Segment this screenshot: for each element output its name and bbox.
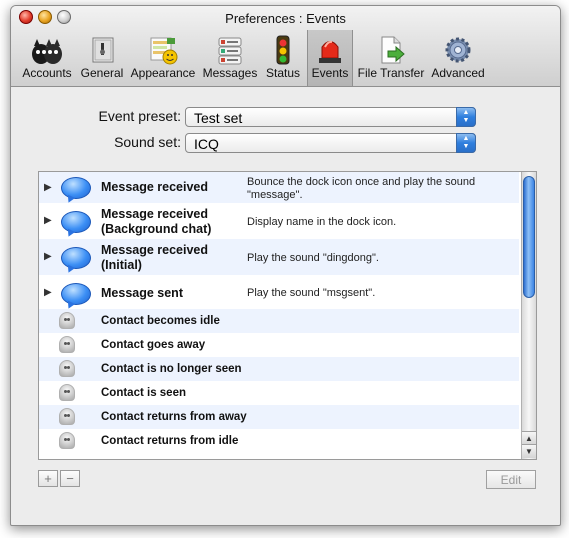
event-description: Display name in the dock icon. <box>247 216 397 228</box>
event-row[interactable]: Contact returns from away <box>39 405 519 429</box>
event-preset-value: Test set <box>194 110 243 126</box>
add-event-button[interactable]: + <box>38 470 58 487</box>
toolbar-events[interactable]: Events <box>307 30 353 86</box>
vertical-scrollbar[interactable]: ▲ ▼ <box>521 172 536 459</box>
event-description: Play the sound "msgsent". <box>247 287 376 299</box>
event-row[interactable]: ▶ Message sent Play the sound "msgsent". <box>39 275 519 309</box>
event-name: Contact goes away <box>101 339 206 351</box>
toolbar-appearance[interactable]: Appearance <box>129 34 197 80</box>
toolbar-label: Messages <box>202 66 258 80</box>
event-name: Contact is no longer seen <box>101 363 242 375</box>
advanced-icon <box>445 37 471 63</box>
event-name: Message received <box>101 180 209 194</box>
event-name: Message received (Background chat) <box>101 207 212 236</box>
popup-arrows-icon: ▲ ▼ <box>456 107 476 127</box>
contact-icon <box>59 432 75 449</box>
popup-arrows-icon: ▲ ▼ <box>456 133 476 153</box>
toolbar-label: Status <box>265 66 301 80</box>
contact-icon <box>59 384 75 401</box>
toolbar-label: General <box>80 66 124 80</box>
scroll-up-arrow-icon[interactable]: ▲ <box>522 431 536 445</box>
sound-set-popup[interactable]: ICQ ▲ ▼ <box>185 133 476 153</box>
event-preset-label: Event preset: <box>98 108 182 124</box>
messages-icon <box>218 37 242 65</box>
window-title: Preferences : Events <box>225 11 346 26</box>
title-bar: Preferences : Events Accounts General Ap… <box>11 6 560 87</box>
event-row[interactable]: Contact is seen <box>39 381 519 405</box>
scroll-thumb[interactable] <box>523 176 535 298</box>
chat-bubble-icon <box>61 247 91 269</box>
event-row[interactable]: Contact goes away <box>39 333 519 357</box>
preferences-toolbar: Accounts General Appearance Messages Sta… <box>15 30 560 86</box>
event-name: Contact returns from idle <box>101 435 239 447</box>
toolbar-label: File Transfer <box>357 66 425 80</box>
event-row[interactable]: ▶ Message received Bounce the dock icon … <box>39 172 519 203</box>
events-icon <box>319 40 341 63</box>
event-row[interactable]: ▶ Message received (Background chat) Dis… <box>39 203 519 239</box>
disclosure-triangle-icon[interactable]: ▶ <box>44 215 52 226</box>
toolbar-label: Appearance <box>130 66 196 80</box>
event-name: Contact is seen <box>101 387 186 399</box>
chat-bubble-icon <box>61 283 91 305</box>
events-pane: Event preset: Test set ▲ ▼ Sound set: ICQ… <box>11 87 560 525</box>
remove-event-button[interactable]: − <box>60 470 80 487</box>
status-icon <box>276 35 290 65</box>
event-name: Contact returns from away <box>101 411 247 423</box>
event-row[interactable]: Contact becomes idle <box>39 309 519 333</box>
contact-icon <box>59 408 75 425</box>
toolbar-advanced[interactable]: Advanced <box>429 34 487 80</box>
scroll-down-arrow-icon[interactable]: ▼ <box>522 444 536 458</box>
event-description: Bounce the dock icon once and play the s… <box>247 176 476 201</box>
toolbar-label: Events <box>311 66 349 80</box>
disclosure-triangle-icon[interactable]: ▶ <box>44 251 52 262</box>
disclosure-triangle-icon[interactable]: ▶ <box>44 287 52 298</box>
event-row[interactable]: Contact returns from idle <box>39 429 519 453</box>
event-name: Message sent <box>101 286 183 300</box>
event-row[interactable]: Contact is no longer seen <box>39 357 519 381</box>
general-icon <box>92 37 114 63</box>
contact-icon <box>59 360 75 377</box>
accounts-icon <box>32 39 62 64</box>
preferences-window: Preferences : Events Accounts General Ap… <box>10 5 561 526</box>
appearance-icon <box>150 37 178 65</box>
events-list[interactable]: ▶ Message received Bounce the dock icon … <box>38 171 537 460</box>
toolbar-accounts[interactable]: Accounts <box>19 34 75 80</box>
toolbar-label: Accounts <box>22 66 72 80</box>
event-row[interactable]: ▶ Message received (Initial) Play the so… <box>39 239 519 275</box>
chat-bubble-icon <box>61 211 91 233</box>
contact-icon <box>59 336 75 353</box>
toolbar-file-transfer[interactable]: File Transfer <box>355 34 427 80</box>
sound-set-value: ICQ <box>194 136 219 152</box>
file-transfer-icon <box>381 36 405 64</box>
event-description: Play the sound "dingdong". <box>247 252 379 264</box>
event-name: Contact becomes idle <box>101 315 220 327</box>
toolbar-label: Advanced <box>431 66 485 80</box>
toolbar-general[interactable]: General <box>79 34 125 80</box>
disclosure-triangle-icon[interactable]: ▶ <box>44 182 52 193</box>
contact-icon <box>59 312 75 329</box>
sound-set-label: Sound set: <box>114 134 181 150</box>
event-name: Message received (Initial) <box>101 243 209 272</box>
edit-button[interactable]: Edit <box>486 470 536 489</box>
chat-bubble-icon <box>61 177 91 199</box>
event-preset-popup[interactable]: Test set ▲ ▼ <box>185 107 476 127</box>
toolbar-status[interactable]: Status <box>263 34 303 80</box>
toolbar-messages[interactable]: Messages <box>201 34 259 80</box>
